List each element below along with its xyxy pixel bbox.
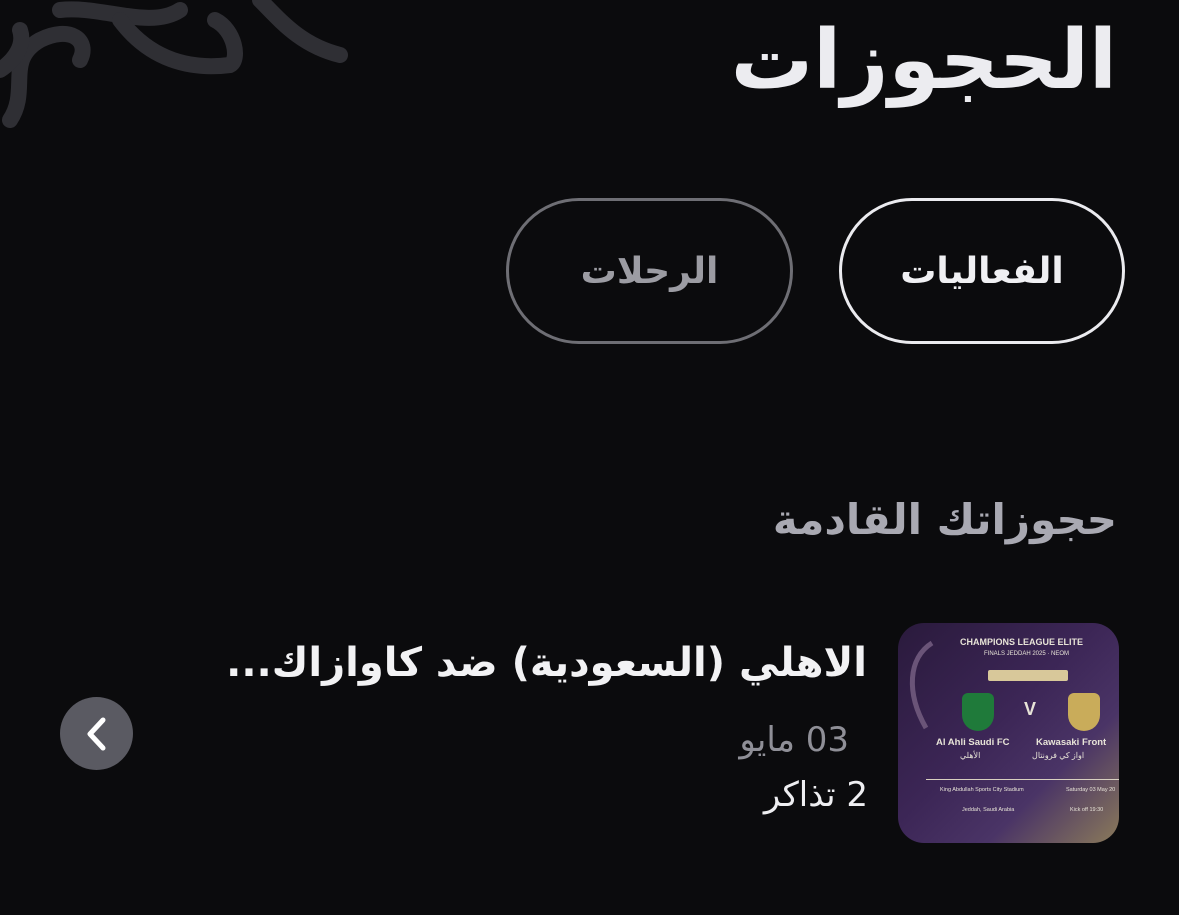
open-booking-button[interactable] [60,697,133,770]
chevron-left-icon [87,717,105,750]
home-team-crest-icon [962,693,994,731]
poster-divider [926,779,1119,780]
poster-venue: King Abdullah Sports City Stadium [940,787,1024,793]
away-team-crest-icon [1068,693,1100,731]
poster-home-team: Al Ahli Saudi FC [936,737,1010,748]
section-title-upcoming: حجوزاتك القادمة [772,495,1117,544]
swirl-decoration [0,0,348,128]
poster-kickoff: Kick off 19:30 [1070,807,1104,813]
poster-headline: CHAMPIONS LEAGUE ELITE [960,637,1084,647]
poster-city: Jeddah, Saudi Arabia [962,807,1015,813]
booking-date: 03 مايو [739,720,849,760]
poster-banner [988,670,1068,681]
tab-events[interactable]: الفعاليات [839,198,1125,344]
poster-away-team: Kawasaki Front [1036,737,1107,748]
page-title: الحجوزات [730,13,1117,108]
booking-title[interactable]: الاهلي (السعودية) ضد كاوازاك... [226,640,867,686]
poster-match-date: Saturday 03 May 20 [1066,787,1116,793]
poster-swirl-decoration [909,640,934,730]
poster-home-team-ar: الأهلي [960,751,981,760]
poster-away-team-ar: اواز كي فرونتال [1032,751,1085,760]
poster-subline: FINALS JEDDAH 2025 · NEOM [984,651,1070,657]
event-poster-thumbnail[interactable]: CHAMPIONS LEAGUE ELITE FINALS JEDDAH 202… [898,623,1119,843]
poster-versus: V [1024,699,1037,719]
booking-ticket-count: 2 تذاكر [763,775,868,815]
tab-trips[interactable]: الرحلات [506,198,793,344]
